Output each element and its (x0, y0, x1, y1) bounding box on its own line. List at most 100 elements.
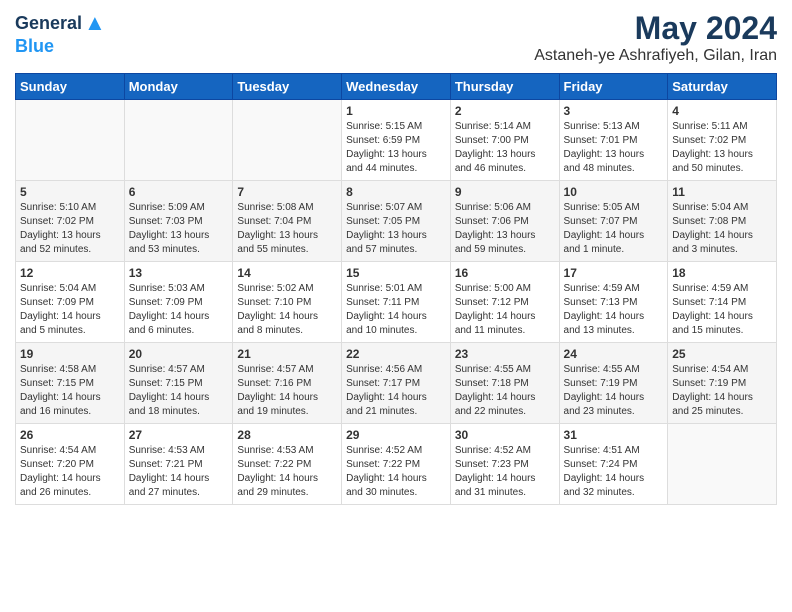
day-number: 3 (564, 104, 664, 118)
day-info: Sunrise: 4:58 AMSunset: 7:15 PMDaylight:… (20, 363, 120, 419)
day-cell: 13 Sunrise: 5:03 AMSunset: 7:09 PMDayligh… (124, 262, 233, 343)
day-cell: 12 Sunrise: 5:04 AMSunset: 7:09 PMDayligh… (16, 262, 125, 343)
header: General ▲ Blue May 2024 Astaneh-ye Ashra… (15, 10, 777, 65)
day-number: 29 (346, 428, 446, 442)
day-number: 4 (672, 104, 772, 118)
day-cell: 30 Sunrise: 4:52 AMSunset: 7:23 PMDayligh… (450, 424, 559, 505)
page: General ▲ Blue May 2024 Astaneh-ye Ashra… (0, 0, 792, 612)
day-info: Sunrise: 4:52 AMSunset: 7:23 PMDaylight:… (455, 444, 555, 500)
day-number: 1 (346, 104, 446, 118)
day-info: Sunrise: 4:56 AMSunset: 7:17 PMDaylight:… (346, 363, 446, 419)
day-info: Sunrise: 4:54 AMSunset: 7:19 PMDaylight:… (672, 363, 772, 419)
week-row-3: 12 Sunrise: 5:04 AMSunset: 7:09 PMDayligh… (16, 262, 777, 343)
calendar-table: SundayMondayTuesdayWednesdayThursdayFrid… (15, 73, 777, 505)
day-cell: 28 Sunrise: 4:53 AMSunset: 7:22 PMDayligh… (233, 424, 342, 505)
day-cell: 27Sunrise: 4:53 AMSunset: 7:21 PMDayligh… (124, 424, 233, 505)
day-number: 25 (672, 347, 772, 361)
day-cell: 7Sunrise: 5:08 AMSunset: 7:04 PMDaylight… (233, 181, 342, 262)
logo-general: General (15, 13, 82, 34)
day-cell: 14Sunrise: 5:02 AMSunset: 7:10 PMDayligh… (233, 262, 342, 343)
day-info: Sunrise: 4:53 AMSunset: 7:22 PMDaylight:… (237, 444, 337, 500)
day-number: 28 (237, 428, 337, 442)
day-cell: 3 Sunrise: 5:13 AMSunset: 7:01 PMDaylight… (559, 100, 668, 181)
day-info: Sunrise: 5:07 AMSunset: 7:05 PMDaylight:… (346, 201, 446, 257)
header-friday: Friday (559, 74, 668, 100)
day-info: Sunrise: 5:10 AMSunset: 7:02 PMDaylight:… (20, 201, 120, 257)
day-info: Sunrise: 4:51 AMSunset: 7:24 PMDaylight:… (564, 444, 664, 500)
day-number: 8 (346, 185, 446, 199)
day-info: Sunrise: 5:00 AMSunset: 7:12 PMDaylight:… (455, 282, 555, 338)
day-cell: 9 Sunrise: 5:06 AMSunset: 7:06 PMDaylight… (450, 181, 559, 262)
day-cell: 5 Sunrise: 5:10 AMSunset: 7:02 PMDaylight… (16, 181, 125, 262)
week-row-5: 26Sunrise: 4:54 AMSunset: 7:20 PMDayligh… (16, 424, 777, 505)
day-cell: 10Sunrise: 5:05 AMSunset: 7:07 PMDayligh… (559, 181, 668, 262)
day-number: 31 (564, 428, 664, 442)
day-cell: 1Sunrise: 5:15 AMSunset: 6:59 PMDaylight… (342, 100, 451, 181)
day-number: 20 (129, 347, 229, 361)
day-number: 21 (237, 347, 337, 361)
day-number: 14 (237, 266, 337, 280)
logo-icon: ▲ (84, 10, 106, 36)
day-info: Sunrise: 5:03 AMSunset: 7:09 PMDaylight:… (129, 282, 229, 338)
day-number: 23 (455, 347, 555, 361)
day-info: Sunrise: 4:57 AMSunset: 7:16 PMDaylight:… (237, 363, 337, 419)
day-number: 15 (346, 266, 446, 280)
day-number: 11 (672, 185, 772, 199)
day-number: 13 (129, 266, 229, 280)
header-thursday: Thursday (450, 74, 559, 100)
day-cell (668, 424, 777, 505)
day-number: 16 (455, 266, 555, 280)
day-number: 18 (672, 266, 772, 280)
day-cell: 18 Sunrise: 4:59 AMSunset: 7:14 PMDayligh… (668, 262, 777, 343)
day-number: 5 (20, 185, 120, 199)
header-sunday: Sunday (16, 74, 125, 100)
day-cell: 15 Sunrise: 5:01 AMSunset: 7:11 PMDayligh… (342, 262, 451, 343)
day-number: 2 (455, 104, 555, 118)
day-info: Sunrise: 5:01 AMSunset: 7:11 PMDaylight:… (346, 282, 446, 338)
day-info: Sunrise: 4:59 AMSunset: 7:14 PMDaylight:… (672, 282, 772, 338)
day-info: Sunrise: 5:09 AMSunset: 7:03 PMDaylight:… (129, 201, 229, 257)
header-wednesday: Wednesday (342, 74, 451, 100)
day-cell: 17 Sunrise: 4:59 AMSunset: 7:13 PMDayligh… (559, 262, 668, 343)
day-number: 22 (346, 347, 446, 361)
day-cell: 25 Sunrise: 4:54 AMSunset: 7:19 PMDayligh… (668, 343, 777, 424)
day-info: Sunrise: 5:11 AMSunset: 7:02 PMDaylight:… (672, 120, 772, 176)
day-info: Sunrise: 5:06 AMSunset: 7:06 PMDaylight:… (455, 201, 555, 257)
day-cell: 4 Sunrise: 5:11 AMSunset: 7:02 PMDaylight… (668, 100, 777, 181)
location: Astaneh-ye Ashrafiyeh, Gilan, Iran (534, 47, 777, 65)
day-number: 12 (20, 266, 120, 280)
day-info: Sunrise: 4:57 AMSunset: 7:15 PMDaylight:… (129, 363, 229, 419)
day-cell: 16 Sunrise: 5:00 AMSunset: 7:12 PMDayligh… (450, 262, 559, 343)
day-cell: 22 Sunrise: 4:56 AMSunset: 7:17 PMDayligh… (342, 343, 451, 424)
day-info: Sunrise: 5:08 AMSunset: 7:04 PMDaylight:… (237, 201, 337, 257)
day-cell: 2 Sunrise: 5:14 AMSunset: 7:00 PMDaylight… (450, 100, 559, 181)
week-row-2: 5 Sunrise: 5:10 AMSunset: 7:02 PMDaylight… (16, 181, 777, 262)
day-cell: 31 Sunrise: 4:51 AMSunset: 7:24 PMDayligh… (559, 424, 668, 505)
logo: General ▲ Blue (15, 10, 106, 57)
day-cell (16, 100, 125, 181)
day-number: 9 (455, 185, 555, 199)
day-cell (233, 100, 342, 181)
day-info: Sunrise: 5:14 AMSunset: 7:00 PMDaylight:… (455, 120, 555, 176)
day-info: Sunrise: 5:04 AMSunset: 7:09 PMDaylight:… (20, 282, 120, 338)
week-row-4: 19 Sunrise: 4:58 AMSunset: 7:15 PMDayligh… (16, 343, 777, 424)
day-info: Sunrise: 5:13 AMSunset: 7:01 PMDaylight:… (564, 120, 664, 176)
day-number: 17 (564, 266, 664, 280)
day-number: 19 (20, 347, 120, 361)
day-cell: 6Sunrise: 5:09 AMSunset: 7:03 PMDaylight… (124, 181, 233, 262)
header-monday: Monday (124, 74, 233, 100)
month-year: May 2024 (534, 10, 777, 47)
day-cell: 29 Sunrise: 4:52 AMSunset: 7:22 PMDayligh… (342, 424, 451, 505)
day-info: Sunrise: 4:52 AMSunset: 7:22 PMDaylight:… (346, 444, 446, 500)
day-cell: 26Sunrise: 4:54 AMSunset: 7:20 PMDayligh… (16, 424, 125, 505)
header-row: SundayMondayTuesdayWednesdayThursdayFrid… (16, 74, 777, 100)
day-info: Sunrise: 5:04 AMSunset: 7:08 PMDaylight:… (672, 201, 772, 257)
day-cell: 11 Sunrise: 5:04 AMSunset: 7:08 PMDayligh… (668, 181, 777, 262)
day-info: Sunrise: 4:59 AMSunset: 7:13 PMDaylight:… (564, 282, 664, 338)
day-number: 30 (455, 428, 555, 442)
week-row-1: 1Sunrise: 5:15 AMSunset: 6:59 PMDaylight… (16, 100, 777, 181)
day-cell: 24Sunrise: 4:55 AMSunset: 7:19 PMDayligh… (559, 343, 668, 424)
day-cell: 20 Sunrise: 4:57 AMSunset: 7:15 PMDayligh… (124, 343, 233, 424)
day-cell (124, 100, 233, 181)
day-cell: 23Sunrise: 4:55 AMSunset: 7:18 PMDayligh… (450, 343, 559, 424)
